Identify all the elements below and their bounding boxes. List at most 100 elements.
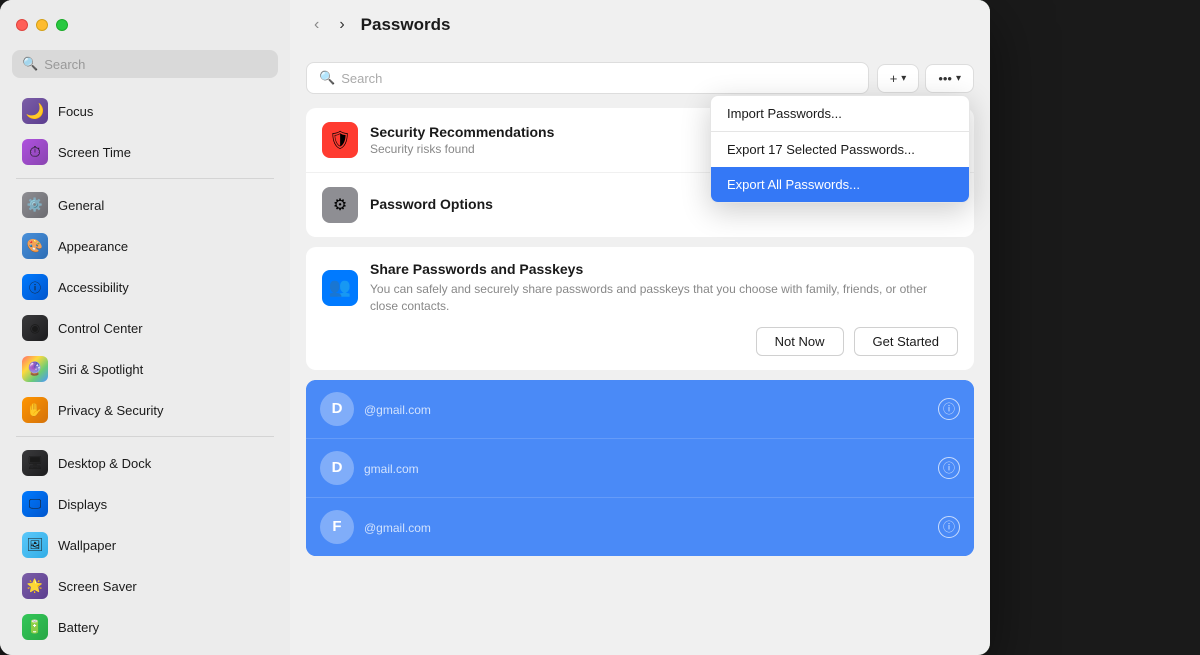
sidebar-item-focus[interactable]: 🌙 Focus [6, 91, 284, 131]
back-button[interactable]: ‹ [310, 12, 323, 38]
chevron-down-icon: ▾ [901, 73, 906, 84]
content-search-input[interactable] [341, 71, 856, 86]
sidebar-item-control-center[interactable]: ◉ Control Center [6, 308, 284, 348]
sidebar: 🔍 🌙 Focus ⏱ Screen Time ⚙️ General 🎨 App… [0, 0, 290, 655]
minimize-button[interactable] [36, 19, 48, 31]
avatar-d2: D [320, 451, 354, 485]
more-options-button[interactable]: ••• ▾ [925, 64, 974, 93]
info-button-2[interactable]: ⓘ [938, 516, 960, 538]
sidebar-item-label: Control Center [58, 321, 143, 336]
security-card-text: Security Recommendations Security risks … [370, 124, 554, 156]
password-info-0: @gmail.com [364, 401, 928, 417]
avatar-d1: D [320, 392, 354, 426]
share-description: You can safely and securely share passwo… [370, 281, 958, 315]
share-card-buttons: Not Now Get Started [322, 327, 958, 356]
sidebar-item-siri-spotlight[interactable]: 🔮 Siri & Spotlight [6, 349, 284, 389]
sidebar-item-label: Battery [58, 620, 99, 635]
sidebar-item-label: Focus [58, 104, 93, 119]
share-card-header: 👥 Share Passwords and Passkeys You can s… [322, 261, 958, 315]
sidebar-item-displays[interactable]: 🖵 Displays [6, 484, 284, 524]
main-titlebar: ‹ › Passwords [290, 0, 990, 50]
chevron-down-icon2: ▾ [956, 73, 961, 84]
general-icon: ⚙️ [22, 192, 48, 218]
dropdown-export-selected[interactable]: Export 17 Selected Passwords... [711, 132, 969, 167]
sidebar-item-label: Siri & Spotlight [58, 362, 143, 377]
focus-icon: 🌙 [22, 98, 48, 124]
password-row-1[interactable]: D gmail.com ⓘ [306, 439, 974, 498]
sidebar-item-label: Appearance [58, 239, 128, 254]
share-card-text: Share Passwords and Passkeys You can saf… [370, 261, 958, 315]
sidebar-item-label: Displays [58, 497, 107, 512]
displays-icon: 🖵 [22, 491, 48, 517]
sidebar-search: 🔍 [12, 50, 278, 78]
share-icon: 👥 [322, 270, 358, 306]
share-title: Share Passwords and Passkeys [370, 261, 958, 277]
sidebar-item-label: General [58, 198, 104, 213]
search-icon: 🔍 [319, 70, 335, 86]
not-now-button[interactable]: Not Now [756, 327, 844, 356]
main-content: ‹ › Passwords 🔍 + ▾ ••• ▾ [290, 0, 990, 655]
info-button-0[interactable]: ⓘ [938, 398, 960, 420]
info-button-1[interactable]: ⓘ [938, 457, 960, 479]
action-buttons: + ▾ ••• ▾ [877, 64, 974, 93]
sidebar-divider [16, 178, 274, 179]
sidebar-item-label: Wallpaper [58, 538, 116, 553]
sidebar-item-general[interactable]: ⚙️ General [6, 185, 284, 225]
ellipsis-icon: ••• [938, 71, 952, 86]
password-email-0: @gmail.com [364, 403, 928, 417]
sidebar-item-label: Accessibility [58, 280, 129, 295]
sidebar-item-appearance[interactable]: 🎨 Appearance [6, 226, 284, 266]
security-subtitle: Security risks found [370, 142, 554, 156]
sidebar-item-desktop-dock[interactable]: 🖥 Desktop & Dock [6, 443, 284, 483]
content-search-bar: 🔍 + ▾ ••• ▾ [306, 62, 974, 94]
wallpaper-icon: 🖼 [22, 532, 48, 558]
password-info-2: @gmail.com [364, 519, 928, 535]
sidebar-item-screen-saver[interactable]: 🌟 Screen Saver [6, 566, 284, 606]
dropdown-import[interactable]: Import Passwords... [711, 96, 969, 131]
window-titlebar [0, 0, 290, 50]
sidebar-item-screen-time[interactable]: ⏱ Screen Time [6, 132, 284, 172]
search-input-wrap: 🔍 [306, 62, 869, 94]
dropdown-export-all[interactable]: Export All Passwords... [711, 167, 969, 202]
forward-button[interactable]: › [335, 12, 348, 38]
privacy-icon: ✋ [22, 397, 48, 423]
password-options-text: Password Options [370, 196, 493, 214]
sidebar-items-list: 🌙 Focus ⏱ Screen Time ⚙️ General 🎨 Appea… [0, 90, 290, 655]
avatar-f: F [320, 510, 354, 544]
accessibility-icon: ⓘ [22, 274, 48, 300]
plus-icon: + [890, 71, 898, 86]
share-passwords-card: 👥 Share Passwords and Passkeys You can s… [306, 247, 974, 370]
password-email-1: gmail.com [364, 462, 928, 476]
password-email-2: @gmail.com [364, 521, 928, 535]
sidebar-search-input[interactable] [44, 57, 268, 72]
close-button[interactable] [16, 19, 28, 31]
password-info-1: gmail.com [364, 460, 928, 476]
screen-saver-icon: 🌟 [22, 573, 48, 599]
password-row-0[interactable]: D @gmail.com ⓘ [306, 380, 974, 439]
password-list: D @gmail.com ⓘ D gmail.com [306, 380, 974, 556]
sidebar-item-battery[interactable]: 🔋 Battery [6, 607, 284, 647]
security-title: Security Recommendations [370, 124, 554, 140]
password-options-title: Password Options [370, 196, 493, 212]
password-row-2[interactable]: F @gmail.com ⓘ [306, 498, 974, 556]
appearance-icon: 🎨 [22, 233, 48, 259]
maximize-button[interactable] [56, 19, 68, 31]
sidebar-divider2 [16, 436, 274, 437]
security-icon: 🛡 [322, 122, 358, 158]
battery-icon: 🔋 [22, 614, 48, 640]
screen-time-icon: ⏱ [22, 139, 48, 165]
dropdown-menu: Import Passwords... Export 17 Selected P… [710, 95, 970, 203]
sidebar-item-wallpaper[interactable]: 🖼 Wallpaper [6, 525, 284, 565]
desktop-dock-icon: 🖥 [22, 450, 48, 476]
add-button[interactable]: + ▾ [877, 64, 920, 93]
password-options-icon: ⚙ [322, 187, 358, 223]
get-started-button[interactable]: Get Started [854, 327, 958, 356]
siri-icon: 🔮 [22, 356, 48, 382]
sidebar-item-privacy-security[interactable]: ✋ Privacy & Security [6, 390, 284, 430]
sidebar-item-label: Desktop & Dock [58, 456, 151, 471]
control-center-icon: ◉ [22, 315, 48, 341]
sidebar-item-accessibility[interactable]: ⓘ Accessibility [6, 267, 284, 307]
sidebar-item-label: Privacy & Security [58, 403, 163, 418]
sidebar-item-label: Screen Time [58, 145, 131, 160]
page-title: Passwords [361, 15, 451, 35]
